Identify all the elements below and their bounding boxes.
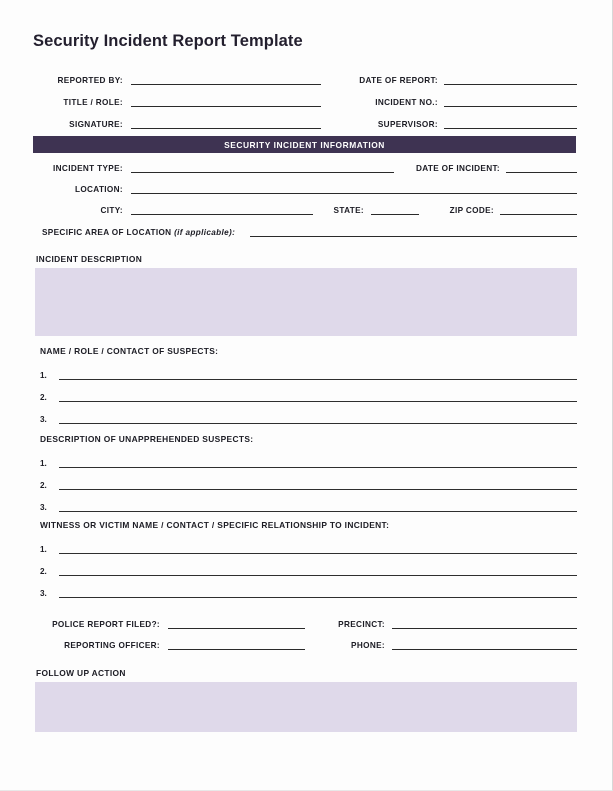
list-number-suspect-3: 3. [40, 415, 47, 424]
label-specific-area-text: SPECIFIC AREA OF LOCATION [42, 228, 172, 237]
label-reported-by: REPORTED BY: [57, 76, 123, 85]
input-police-report-filed[interactable] [168, 628, 305, 629]
label-signature: SIGNATURE: [69, 120, 123, 129]
label-phone: PHONE: [351, 641, 385, 650]
textarea-incident-description[interactable] [35, 268, 577, 336]
input-suspect-1[interactable] [59, 379, 577, 380]
input-witness-3[interactable] [59, 597, 577, 598]
page-sheet: Security Incident Report Template REPORT… [0, 0, 605, 790]
list-number-witness-1: 1. [40, 545, 47, 554]
list-number-suspect-2: 2. [40, 393, 47, 402]
input-supervisor[interactable] [444, 128, 577, 129]
input-phone[interactable] [392, 649, 577, 650]
input-reported-by[interactable] [131, 84, 321, 85]
label-reporting-officer: REPORTING OFFICER: [64, 641, 160, 650]
list-number-unapprehended-3: 3. [40, 503, 47, 512]
page-title: Security Incident Report Template [33, 32, 303, 50]
label-supervisor: SUPERVISOR: [377, 120, 438, 129]
input-zip-code[interactable] [500, 214, 577, 215]
label-title-role: TITLE / ROLE: [63, 98, 123, 107]
list-number-suspect-1: 1. [40, 371, 47, 380]
input-city[interactable] [131, 214, 313, 215]
input-incident-type[interactable] [131, 172, 394, 173]
heading-follow-up-action: FOLLOW UP ACTION [36, 668, 126, 678]
heading-suspects: NAME / ROLE / CONTACT OF SUSPECTS: [40, 346, 219, 356]
input-unapprehended-2[interactable] [59, 489, 577, 490]
label-incident-type: INCIDENT TYPE: [53, 164, 123, 173]
list-number-unapprehended-1: 1. [40, 459, 47, 468]
input-location[interactable] [131, 193, 577, 194]
input-specific-area-of-location[interactable] [250, 236, 577, 237]
list-number-unapprehended-2: 2. [40, 481, 47, 490]
label-location: LOCATION: [74, 185, 123, 194]
input-unapprehended-1[interactable] [59, 467, 577, 468]
label-date-of-incident: DATE OF INCIDENT: [415, 164, 500, 173]
label-zip-code: ZIP CODE: [449, 206, 494, 215]
input-incident-no[interactable] [444, 106, 577, 107]
input-reporting-officer[interactable] [168, 649, 305, 650]
section-header-security-incident-information: SECURITY INCIDENT INFORMATION [33, 136, 576, 153]
list-number-witness-2: 2. [40, 567, 47, 576]
input-signature[interactable] [131, 128, 321, 129]
heading-incident-description: INCIDENT DESCRIPTION [36, 254, 143, 264]
heading-witnesses: WITNESS OR VICTIM NAME / CONTACT / SPECI… [40, 520, 390, 530]
input-witness-1[interactable] [59, 553, 577, 554]
input-date-of-incident[interactable] [506, 172, 577, 173]
label-specific-area-of-location: SPECIFIC AREA OF LOCATION (if applicable… [42, 228, 272, 238]
label-specific-area-italic: (if applicable): [174, 228, 236, 237]
input-unapprehended-3[interactable] [59, 511, 577, 512]
input-precinct[interactable] [392, 628, 577, 629]
document-page: Security Incident Report Template REPORT… [0, 0, 613, 791]
label-date-of-report: DATE OF REPORT: [359, 76, 438, 85]
input-suspect-3[interactable] [59, 423, 577, 424]
input-title-role[interactable] [131, 106, 321, 107]
label-state: STATE: [333, 206, 364, 215]
label-precinct: PRECINCT: [338, 620, 385, 629]
heading-unapprehended-suspects: DESCRIPTION OF UNAPPREHENDED SUSPECTS: [40, 434, 254, 444]
label-police-report-filed: POLICE REPORT FILED?: [52, 620, 160, 629]
textarea-follow-up-action[interactable] [35, 682, 577, 732]
input-state[interactable] [371, 214, 419, 215]
input-date-of-report[interactable] [444, 84, 577, 85]
input-suspect-2[interactable] [59, 401, 577, 402]
input-witness-2[interactable] [59, 575, 577, 576]
label-city: CITY: [100, 206, 123, 215]
label-incident-no: INCIDENT NO.: [375, 98, 438, 107]
list-number-witness-3: 3. [40, 589, 47, 598]
